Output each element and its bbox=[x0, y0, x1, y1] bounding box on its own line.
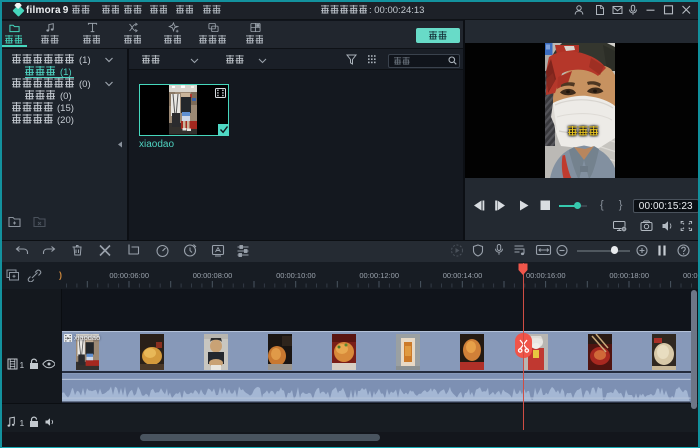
svg-text:1: 1 bbox=[20, 360, 25, 370]
svg-text:1: 1 bbox=[20, 418, 25, 428]
